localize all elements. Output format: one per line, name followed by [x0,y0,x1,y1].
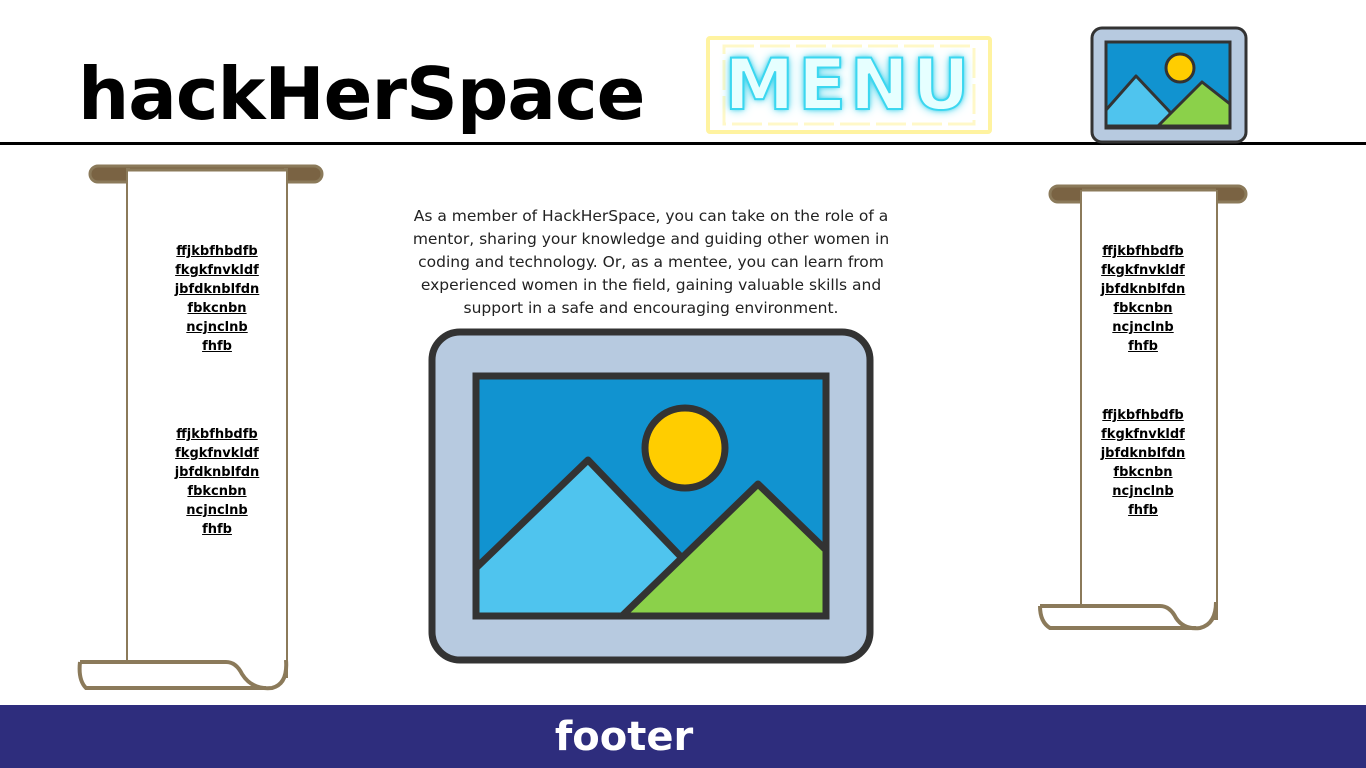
nav-link[interactable]: ncjnclnb [1112,318,1173,337]
image-placeholder-icon [1090,26,1248,144]
left-scroll-links-2: ffjkbfhbdfb fkgkfnvkldf jbfdknblfdn fbkc… [166,425,268,539]
nav-link[interactable]: fhfb [202,520,232,539]
nav-link[interactable]: fbkcnbn [187,482,246,501]
nav-link[interactable]: ffjkbfhbdfb [1102,242,1183,261]
nav-link[interactable]: fhfb [202,337,232,356]
nav-link[interactable]: fkgkfnvkldf [175,261,259,280]
left-scroll-links-1: ffjkbfhbdfb fkgkfnvkldf jbfdknblfdn fbkc… [166,242,268,356]
right-scroll-links-1: ffjkbfhbdfb fkgkfnvkldf jbfdknblfdn fbkc… [1092,242,1194,356]
nav-link[interactable]: ffjkbfhbdfb [1102,406,1183,425]
nav-link[interactable]: fbkcnbn [1113,463,1172,482]
nav-link[interactable]: fkgkfnvkldf [1101,261,1185,280]
intro-paragraph: As a member of HackHerSpace, you can tak… [412,207,890,317]
nav-link[interactable]: ncjnclnb [1112,482,1173,501]
image-placeholder-icon [428,328,874,664]
nav-link[interactable]: ffjkbfhbdfb [176,242,257,261]
nav-link[interactable]: ncjnclnb [186,501,247,520]
nav-link[interactable]: jbfdknblfdn [175,463,260,482]
menu-sign-frame[interactable] [706,36,992,134]
nav-link[interactable]: jbfdknblfdn [1101,280,1186,299]
nav-link[interactable]: fhfb [1128,337,1158,356]
site-footer: footer [0,705,1366,768]
nav-link[interactable]: fkgkfnvkldf [1101,425,1185,444]
site-title: hackHerSpace [78,52,645,136]
nav-link[interactable]: fbkcnbn [1113,299,1172,318]
nav-link[interactable]: fhfb [1128,501,1158,520]
nav-link[interactable]: jbfdknblfdn [1101,444,1186,463]
nav-link[interactable]: jbfdknblfdn [175,280,260,299]
nav-link[interactable]: ffjkbfhbdfb [176,425,257,444]
nav-link[interactable]: fbkcnbn [187,299,246,318]
right-scroll-links-2: ffjkbfhbdfb fkgkfnvkldf jbfdknblfdn fbkc… [1092,406,1194,520]
nav-link[interactable]: ncjnclnb [186,318,247,337]
footer-label: footer [554,713,694,760]
nav-link[interactable]: fkgkfnvkldf [175,444,259,463]
